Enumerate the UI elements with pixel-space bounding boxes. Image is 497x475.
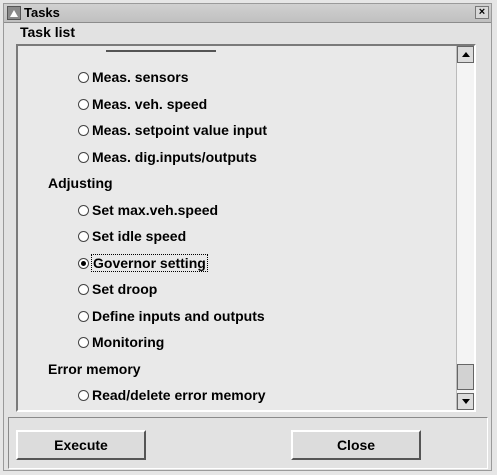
task-option[interactable]: Set max.veh.speed [78,199,218,221]
task-option-label: Meas. dig.inputs/outputs [92,149,257,165]
task-option-label: Set idle speed [92,228,187,244]
task-option[interactable]: Governor setting [78,252,208,274]
scrollbar-thumb[interactable] [457,364,474,390]
task-option-label: Set droop [92,281,158,297]
task-list: Meas. sensors Meas. veh. speed Meas. setpo… [16,44,476,412]
task-option[interactable]: Read/delete error memory [78,384,266,406]
scroll-up-arrow-icon[interactable] [457,46,474,63]
scroll-down-arrow-icon[interactable] [457,393,474,410]
task-option[interactable]: Monitoring [78,331,164,353]
radio-unselected-icon[interactable] [78,125,89,136]
tasks-window: Tasks × Task list Meas. sensors Meas. veh… [3,3,492,471]
radio-unselected-icon[interactable] [78,152,89,163]
task-option-label: Define inputs and outputs [92,308,265,324]
task-option[interactable]: Set droop [78,278,157,300]
task-category: Error memory [48,358,141,380]
task-option-label: Meas. setpoint value input [92,122,268,138]
task-option[interactable]: Meas. dig.inputs/outputs [78,146,257,168]
radio-unselected-icon[interactable] [78,390,89,401]
radio-unselected-icon[interactable] [78,231,89,242]
vertical-scrollbar[interactable] [456,46,474,410]
window-icon [7,6,21,20]
task-option-label: Monitoring [92,334,165,350]
title-bar: Tasks × [4,4,491,23]
radio-unselected-icon[interactable] [78,284,89,295]
task-option[interactable]: Set idle speed [78,225,186,247]
task-option[interactable]: Meas. setpoint value input [78,119,267,141]
radio-selected-icon[interactable] [78,258,89,269]
task-option[interactable]: Meas. veh. speed [78,93,207,115]
execute-button[interactable]: Execute [16,430,146,460]
task-option[interactable]: Meas. sensors [78,66,189,88]
task-list-label: Task list [20,24,75,40]
task-category: Adjusting [48,172,113,194]
task-option-label: Read/delete error memory [92,387,266,403]
task-option-label: Meas. sensors [92,69,189,85]
task-category-label: Adjusting [48,175,113,191]
task-option-label: Set max.veh.speed [92,202,219,218]
radio-unselected-icon[interactable] [78,205,89,216]
clipped-item-fragment [106,46,216,52]
task-list-items: Meas. sensors Meas. veh. speed Meas. setpo… [18,46,458,410]
button-panel: Execute Close [8,417,488,469]
task-category-label: Error memory [48,361,141,377]
task-option-label: Governor setting [91,254,208,272]
window-title: Tasks [24,5,60,20]
radio-unselected-icon[interactable] [78,99,89,110]
close-window-button[interactable]: × [475,6,489,19]
task-option-label: Meas. veh. speed [92,96,208,112]
task-option[interactable]: Define inputs and outputs [78,305,265,327]
close-button[interactable]: Close [291,430,421,460]
radio-unselected-icon[interactable] [78,311,89,322]
radio-unselected-icon[interactable] [78,72,89,83]
radio-unselected-icon[interactable] [78,337,89,348]
